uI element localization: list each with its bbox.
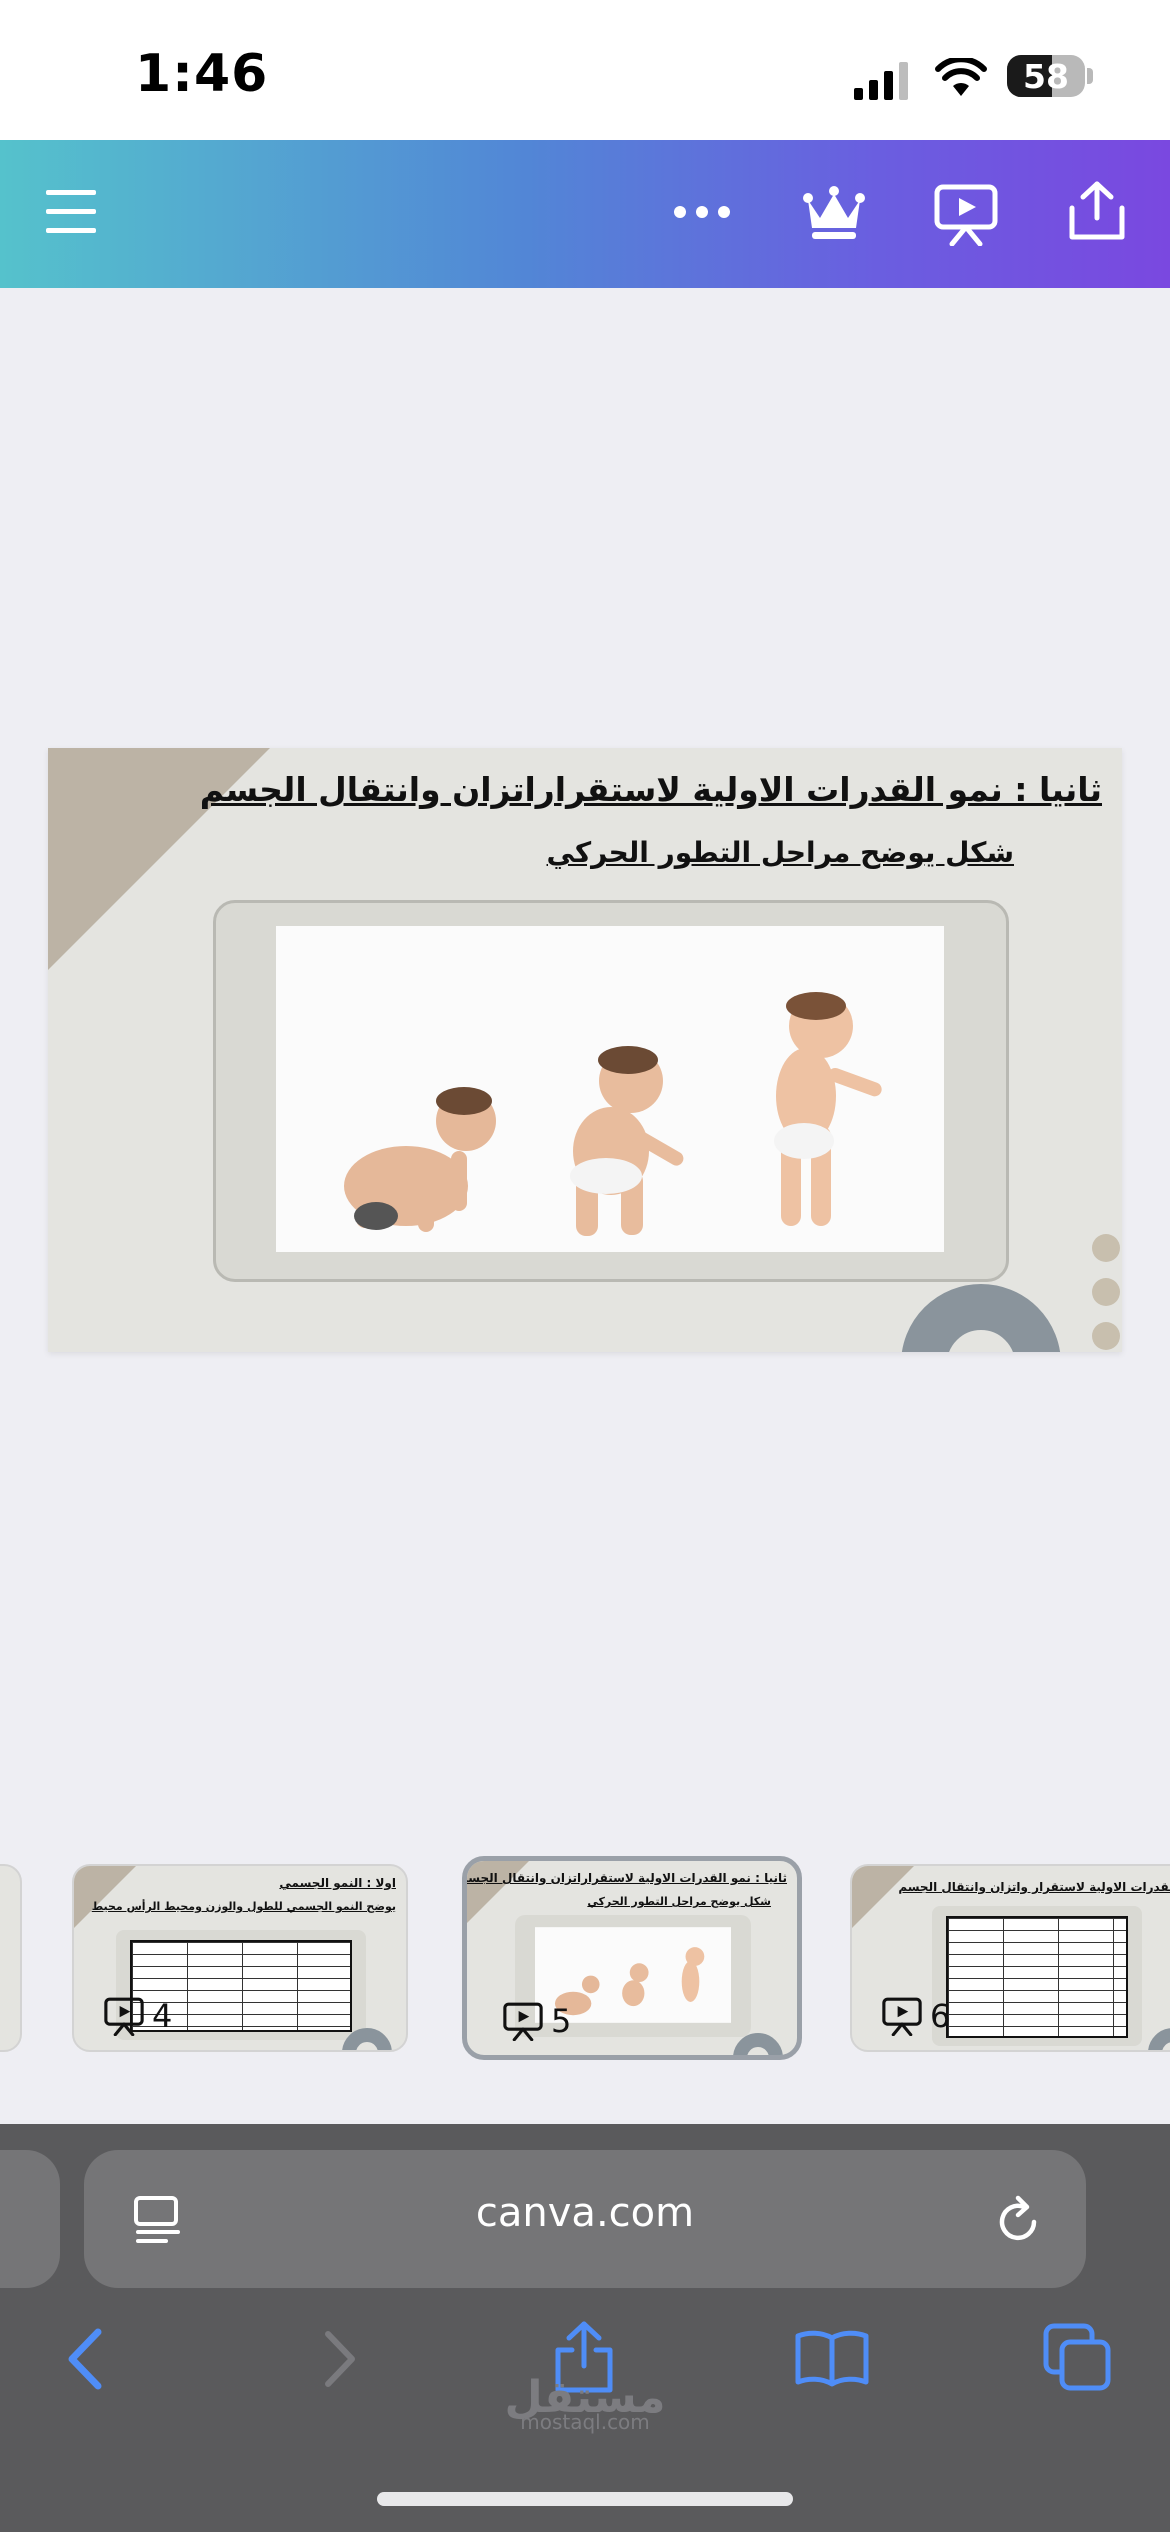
home-indicator[interactable] [377,2492,793,2506]
baby-stages-illustration [344,992,882,1236]
thumb-ring-decoration [733,2033,783,2055]
slide-thumbnail-partial[interactable] [0,1864,22,2052]
battery-indicator: 58 [1007,55,1085,97]
slide-thumbnail-5[interactable]: ثانيا : نمو القدرات الاولية لاستقراراتزا… [462,1856,802,2060]
slide-ring-decoration [901,1284,1061,1352]
thumb-number: 5 [551,2002,572,2040]
reload-icon[interactable] [994,2192,1044,2248]
battery-percent: 58 [1023,57,1069,96]
thumb-corner-decoration [74,1866,136,1928]
crown-icon[interactable] [802,184,866,242]
watermark-latin: mostaql.com [520,2410,650,2434]
present-icon[interactable] [934,182,998,246]
slide-thumbnail-4[interactable]: اولا : النمو الجسمي يوضح النمو الجسمي لل… [72,1864,408,2052]
status-time: 1:46 [135,44,269,104]
baby-development-photo[interactable] [276,926,944,1252]
present-icon [104,1997,144,2036]
url-text[interactable]: canva.com [300,2190,870,2236]
slide-dot-decoration [1092,1278,1120,1306]
thumb-subtitle: يوضح النمو الجسمي للطول والوزن ومحيط الر… [91,1900,396,1913]
previous-tab-pill[interactable] [0,2150,60,2288]
menu-icon[interactable] [46,188,98,236]
thumb-number: 4 [152,1997,173,2035]
more-icon[interactable] [672,204,732,220]
thumb-title: ثانيا : نمو القدرات الاولية لاستقراراتزا… [462,1871,787,1885]
thumb-title: نمو القدرات الاولية لاستقرار واتزان وانت… [898,1880,1170,1894]
thumb-number: 6 [930,1997,951,2035]
slide-subtitle[interactable]: شكل يوضح مراحل التطور الحركي [547,836,1014,869]
slide-dot-decoration [1092,1234,1120,1262]
cellular-signal-icon [854,62,908,100]
thumb-table [932,1906,1142,2046]
battery-nub [1087,68,1093,84]
thumb-corner-decoration [852,1866,914,1928]
tabs-icon[interactable] [1042,2322,1112,2392]
forward-icon[interactable] [320,2330,360,2388]
back-icon[interactable] [64,2328,108,2390]
share-icon[interactable] [1068,180,1126,242]
present-icon [882,1997,922,2036]
thumb-subtitle: شكل يوضح مراحل التطور الحركي [587,1895,771,1908]
slide-thumbnail-6[interactable]: نمو القدرات الاولية لاستقرار واتزان وانت… [850,1864,1170,2052]
thumb-ring-decoration [1148,2028,1170,2050]
present-icon [503,2002,543,2041]
bookmarks-icon[interactable] [794,2328,870,2388]
wifi-icon [935,58,987,96]
thumb-title: اولا : النمو الجسمي [279,1876,396,1890]
reader-icon[interactable] [132,2194,184,2246]
slide-dot-decoration [1092,1322,1120,1350]
slide-title[interactable]: ثانيا : نمو القدرات الاولية لاستقراراتزا… [200,770,1102,809]
slide-canvas[interactable]: ثانيا : نمو القدرات الاولية لاستقراراتزا… [48,748,1122,1352]
